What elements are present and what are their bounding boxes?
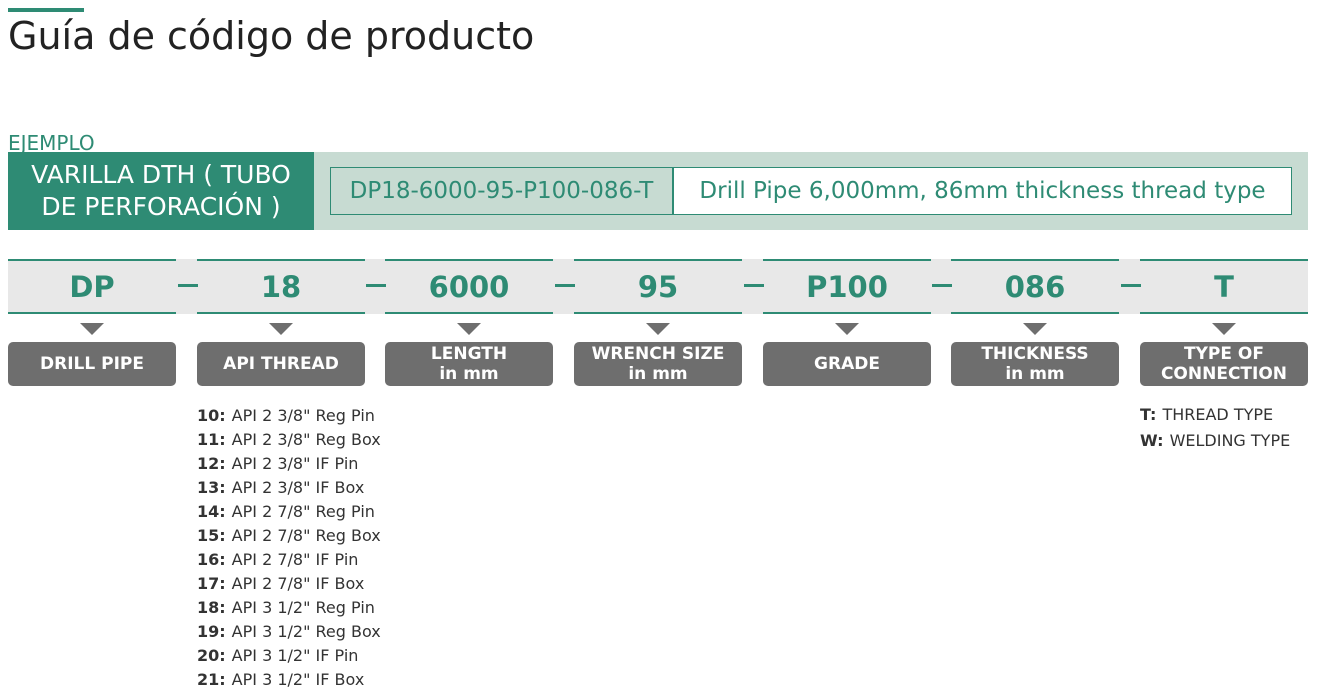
down-arrow-icon [646, 323, 670, 335]
segment-code-connection: T [1140, 259, 1308, 314]
list-item-value: API 2 3/8" IF Pin [231, 454, 359, 473]
list-item: 16: API 2 7/8" IF Pin [197, 548, 381, 572]
list-item-value: THREAD TYPE [1162, 405, 1274, 424]
separator-dash [744, 284, 764, 287]
example-bar: VARILLA DTH ( TUBO DE PERFORACIÓN ) DP18… [8, 152, 1308, 230]
separator-dash [555, 284, 575, 287]
label-line: WRENCH SIZE [591, 344, 725, 364]
list-item-key: 14: [197, 502, 226, 521]
list-item-value: API 2 3/8" Reg Pin [231, 406, 375, 425]
label-line: GRADE [814, 354, 880, 374]
example-product-name: VARILLA DTH ( TUBO DE PERFORACIÓN ) [8, 152, 314, 230]
list-item-value: API 2 3/8" Reg Box [231, 430, 381, 449]
separator-dash [366, 284, 386, 287]
separator-dash [1121, 284, 1141, 287]
down-arrow-icon [269, 323, 293, 335]
segment-label-api-thread: API THREAD [197, 342, 365, 386]
page-title: Guía de código de producto [8, 14, 535, 58]
down-arrow-icon [1023, 323, 1047, 335]
list-item: 12: API 2 3/8" IF Pin [197, 452, 381, 476]
list-item-key: 13: [197, 478, 226, 497]
list-item-key: T: [1140, 405, 1157, 424]
segment-code-api-thread: 18 [197, 259, 365, 314]
segment-label-grade: GRADE [763, 342, 931, 386]
segment-label-connection: TYPE OF CONNECTION [1140, 342, 1308, 386]
segment-code-length: 6000 [385, 259, 553, 314]
segment-code-drill-pipe: DP [8, 259, 176, 314]
list-item-value: API 2 7/8" Reg Box [231, 526, 381, 545]
list-item-key: 17: [197, 574, 226, 593]
list-item-value: API 3 1/2" IF Pin [231, 646, 359, 665]
example-code: DP18-6000-95-P100-086-T [330, 167, 673, 215]
list-item-value: API 3 1/2" IF Box [231, 670, 365, 689]
list-item: 13: API 2 3/8" IF Box [197, 476, 381, 500]
list-item-key: 12: [197, 454, 226, 473]
down-arrow-icon [835, 323, 859, 335]
list-item-key: 19: [197, 622, 226, 641]
segment-label-length: LENGTH in mm [385, 342, 553, 386]
down-arrow-icon [457, 323, 481, 335]
list-item: W: WELDING TYPE [1140, 430, 1290, 456]
list-item: 14: API 2 7/8" Reg Pin [197, 500, 381, 524]
segment-label-drill-pipe: DRILL PIPE [8, 342, 176, 386]
list-item: 15: API 2 7/8" Reg Box [197, 524, 381, 548]
list-item-value: API 2 3/8" IF Box [231, 478, 365, 497]
list-item-key: 11: [197, 430, 226, 449]
label-line: DRILL PIPE [40, 354, 144, 374]
list-item: 10: API 2 3/8" Reg Pin [197, 404, 381, 428]
label-line: CONNECTION [1160, 364, 1288, 384]
segment-label-thickness: THICKNESS in mm [951, 342, 1119, 386]
down-arrow-icon [80, 323, 104, 335]
list-item-key: 20: [197, 646, 226, 665]
list-item: T: THREAD TYPE [1140, 404, 1290, 430]
label-line: THICKNESS [981, 344, 1089, 364]
list-item-value: API 2 7/8" IF Box [231, 574, 365, 593]
separator-dash [932, 284, 952, 287]
list-item-key: W: [1140, 431, 1164, 450]
list-item-value: API 3 1/2" Reg Pin [231, 598, 375, 617]
list-item-value: API 3 1/2" Reg Box [231, 622, 381, 641]
label-line: in mm [439, 364, 499, 384]
segment-code-grade: P100 [763, 259, 931, 314]
label-line: API THREAD [223, 354, 339, 374]
connection-type-list: T: THREAD TYPE W: WELDING TYPE [1140, 404, 1290, 456]
list-item-key: 16: [197, 550, 226, 569]
separator-dash [178, 284, 198, 287]
label-line: TYPE OF [1184, 344, 1264, 364]
list-item-value: WELDING TYPE [1169, 431, 1291, 450]
title-accent-line [8, 8, 84, 12]
list-item-key: 21: [197, 670, 226, 689]
segment-code-thickness: 086 [951, 259, 1119, 314]
list-item: 20: API 3 1/2" IF Pin [197, 644, 381, 668]
api-thread-list: 10: API 2 3/8" Reg Pin 11: API 2 3/8" Reg … [197, 404, 381, 692]
list-item: 21: API 3 1/2" IF Box [197, 668, 381, 692]
segment-code-wrench-size: 95 [574, 259, 742, 314]
list-item: 11: API 2 3/8" Reg Box [197, 428, 381, 452]
list-item-value: API 2 7/8" Reg Pin [231, 502, 375, 521]
label-line: in mm [628, 364, 688, 384]
list-item: 19: API 3 1/2" Reg Box [197, 620, 381, 644]
list-item: 17: API 2 7/8" IF Box [197, 572, 381, 596]
list-item: 18: API 3 1/2" Reg Pin [197, 596, 381, 620]
list-item-key: 10: [197, 406, 226, 425]
down-arrow-icon [1212, 323, 1236, 335]
segment-label-wrench-size: WRENCH SIZE in mm [574, 342, 742, 386]
label-line: LENGTH [430, 344, 508, 364]
list-item-value: API 2 7/8" IF Pin [231, 550, 359, 569]
example-description: Drill Pipe 6,000mm, 86mm thickness threa… [673, 167, 1292, 215]
label-line: in mm [1005, 364, 1065, 384]
list-item-key: 15: [197, 526, 226, 545]
list-item-key: 18: [197, 598, 226, 617]
